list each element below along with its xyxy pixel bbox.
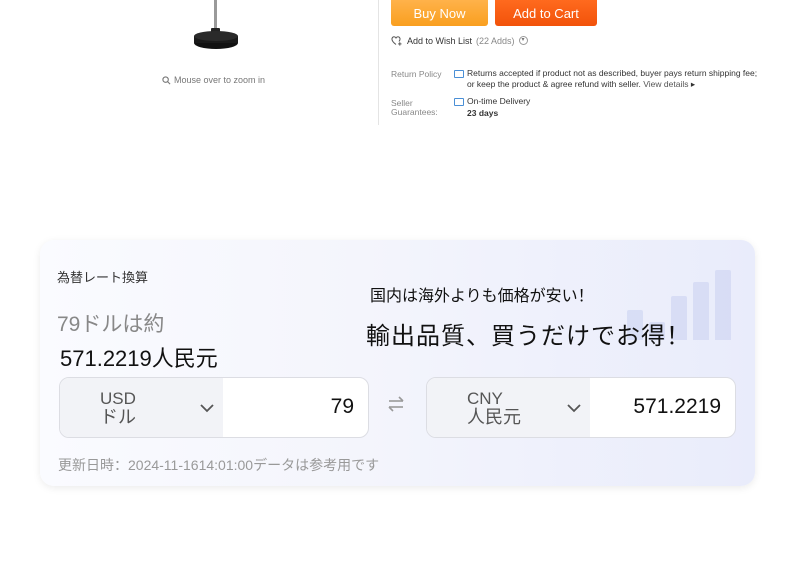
policy-icon bbox=[454, 70, 464, 78]
delivery-label: On-time Delivery bbox=[467, 96, 531, 106]
magnifier-icon bbox=[162, 75, 171, 84]
wishlist-count: (22 Adds) bbox=[476, 35, 515, 46]
product-image[interactable] bbox=[190, 0, 242, 52]
from-currency-select[interactable]: USD ドル bbox=[60, 378, 223, 437]
approx-text: 79ドルは約 bbox=[57, 313, 165, 336]
heart-plus-icon bbox=[391, 36, 402, 46]
from-currency-box: USD ドル 79 bbox=[59, 377, 369, 438]
promo-line-2: 輸出品質、買うだけでお得！ bbox=[366, 323, 691, 350]
delivery-days: 23 days bbox=[467, 108, 499, 118]
to-currency-name: 人民元 bbox=[467, 407, 521, 427]
promo-line-1: 国内は海外よりも価格が安い！ bbox=[370, 288, 594, 305]
from-currency-code: USD bbox=[100, 389, 136, 408]
return-policy-label: Return Policy bbox=[391, 69, 442, 79]
to-currency-box: CNY 人民元 571.2219 bbox=[426, 377, 736, 438]
converter-title: 為替レート換算 bbox=[57, 270, 149, 285]
from-amount-input[interactable]: 79 bbox=[331, 395, 354, 419]
chevron-right-icon[interactable]: ▸ bbox=[691, 79, 695, 89]
to-currency-select[interactable]: CNY 人民元 bbox=[427, 378, 590, 437]
return-policy-line1: Returns accepted if product not as descr… bbox=[467, 68, 758, 78]
zoom-hint: Mouse over to zoom in bbox=[162, 75, 265, 85]
currency-converter-card: 為替レート換算 79ドルは約 571.2219人民元 国内は海外よりも価格が安い… bbox=[40, 240, 755, 486]
result-text: 571.2219人民元 bbox=[60, 346, 218, 371]
swap-arrows-icon[interactable] bbox=[387, 396, 405, 412]
updated-timestamp: 更新日時：2024-11-1614:01:00データは参考用です bbox=[58, 457, 380, 473]
from-currency-name: ドル bbox=[100, 407, 136, 427]
chevron-down-icon bbox=[567, 404, 581, 413]
return-policy-line2-text: or keep the product & agree refund with … bbox=[467, 79, 641, 89]
decor-bar bbox=[693, 282, 709, 340]
to-amount-output: 571.2219 bbox=[633, 395, 721, 418]
return-policy-line2: or keep the product & agree refund with … bbox=[467, 79, 695, 90]
zoom-hint-text: Mouse over to zoom in bbox=[174, 75, 266, 85]
add-to-wishlist-link[interactable]: Add to Wish List (22 Adds) ▾ bbox=[391, 35, 528, 46]
decor-bar bbox=[715, 270, 731, 340]
buy-now-button[interactable]: Buy Now bbox=[391, 0, 488, 26]
view-details-link[interactable]: View details bbox=[643, 79, 688, 89]
divider bbox=[378, 0, 379, 125]
seller-label-line2: Guarantees: bbox=[391, 107, 438, 117]
wishlist-label: Add to Wish List bbox=[407, 35, 473, 46]
add-to-cart-button[interactable]: Add to Cart bbox=[495, 0, 597, 26]
to-currency-code: CNY bbox=[467, 389, 503, 408]
chevron-down-icon[interactable]: ▾ bbox=[518, 36, 528, 45]
chevron-down-icon bbox=[200, 404, 214, 413]
delivery-icon bbox=[454, 98, 464, 106]
